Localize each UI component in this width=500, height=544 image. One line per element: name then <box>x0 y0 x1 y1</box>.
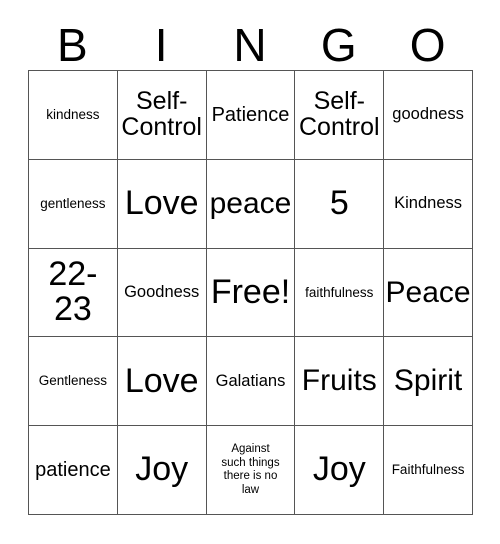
bingo-cell-label: Fruits <box>301 364 377 398</box>
bingo-cell[interactable]: Fruits <box>295 337 385 427</box>
bingo-cell[interactable]: goodness <box>384 71 473 160</box>
bingo-cell[interactable]: Galatians <box>206 337 296 427</box>
bingo-cell-label: Self- Control <box>121 87 202 141</box>
bingo-header-letter: O <box>409 19 446 71</box>
bingo-cell-label: Free! <box>210 272 291 311</box>
bingo-header-row: B I N G O <box>28 8 472 70</box>
bingo-cell[interactable]: Gentleness <box>29 337 118 427</box>
bingo-cell[interactable]: faithfulness <box>295 248 385 338</box>
bingo-cell[interactable]: Patience <box>206 71 296 160</box>
bingo-cell-label: Love <box>124 361 199 400</box>
bingo-cell[interactable]: Spirit <box>384 337 473 427</box>
bingo-cell[interactable]: 22- 23 <box>29 248 118 338</box>
bingo-cell[interactable]: patience <box>29 426 118 515</box>
bingo-header-letter: B <box>57 19 88 71</box>
bingo-cell-label: Joy <box>135 450 189 489</box>
bingo-cell-label: Faithfulness <box>391 462 465 478</box>
bingo-cell[interactable]: Joy <box>117 426 207 515</box>
bingo-cell-label: Kindness <box>394 194 463 213</box>
bingo-row: patience Joy Against such things there i… <box>29 426 473 515</box>
bingo-grid: kindness Self- Control Patience Self- Co… <box>28 70 473 515</box>
bingo-cell-label: Self- Control <box>298 87 380 141</box>
bingo-cell-free[interactable]: Free! <box>206 248 296 338</box>
bingo-cell-label: Galatians <box>215 371 286 390</box>
bingo-header-cell-3: G <box>294 8 383 70</box>
bingo-cell-label: gentleness <box>40 195 106 211</box>
bingo-cell[interactable]: Against such things there is no law <box>206 426 296 515</box>
bingo-cell-label: 22- 23 <box>48 255 98 329</box>
bingo-cell-label: Joy <box>312 450 366 489</box>
bingo-cell[interactable]: Kindness <box>384 159 473 249</box>
bingo-row: kindness Self- Control Patience Self- Co… <box>29 71 473 160</box>
bingo-header-letter: G <box>320 19 357 71</box>
bingo-cell-label: Love <box>124 184 199 223</box>
bingo-cell-label: 5 <box>329 184 349 223</box>
bingo-cell-label: kindness <box>46 107 100 123</box>
bingo-cell[interactable]: 5 <box>295 159 385 249</box>
bingo-row: 22- 23 Goodness Free! faithfulness Peace <box>29 248 473 338</box>
bingo-cell[interactable]: kindness <box>29 71 118 160</box>
bingo-cell[interactable]: gentleness <box>29 159 118 249</box>
bingo-header-cell-0: B <box>28 8 117 70</box>
bingo-cell-label: Goodness <box>124 283 200 302</box>
bingo-cell[interactable]: peace <box>206 159 296 249</box>
bingo-cell[interactable]: Self- Control <box>117 71 207 160</box>
bingo-card: B I N G O kindness Self- Control Patienc… <box>28 8 473 515</box>
bingo-row: Gentleness Love Galatians Fruits Spirit <box>29 337 473 427</box>
bingo-cell-label: Spirit <box>393 364 463 398</box>
bingo-cell-label: patience <box>35 458 111 481</box>
bingo-header-cell-4: O <box>383 8 472 70</box>
bingo-header-letter: N <box>233 19 267 71</box>
bingo-header-cell-1: I <box>117 8 206 70</box>
bingo-cell-label: Gentleness <box>38 373 108 389</box>
bingo-cell-label: Patience <box>211 103 290 126</box>
bingo-cell[interactable]: Goodness <box>117 248 207 338</box>
bingo-cell[interactable]: Joy <box>295 426 385 515</box>
bingo-cell-label: goodness <box>392 105 464 124</box>
bingo-cell[interactable]: Self- Control <box>295 71 385 160</box>
bingo-cell[interactable]: Peace <box>384 248 473 338</box>
bingo-header-letter: I <box>154 19 168 71</box>
bingo-cell-label: faithfulness <box>305 284 374 300</box>
bingo-row: gentleness Love peace 5 Kindness <box>29 159 473 249</box>
bingo-cell-label: Peace <box>385 275 471 309</box>
bingo-cell-label: Against such things there is no law <box>221 442 280 496</box>
bingo-cell-label: peace <box>209 186 292 220</box>
bingo-header-cell-2: N <box>206 8 295 70</box>
bingo-cell[interactable]: Love <box>117 337 207 427</box>
bingo-cell[interactable]: Faithfulness <box>384 426 473 515</box>
bingo-cell[interactable]: Love <box>117 159 207 249</box>
